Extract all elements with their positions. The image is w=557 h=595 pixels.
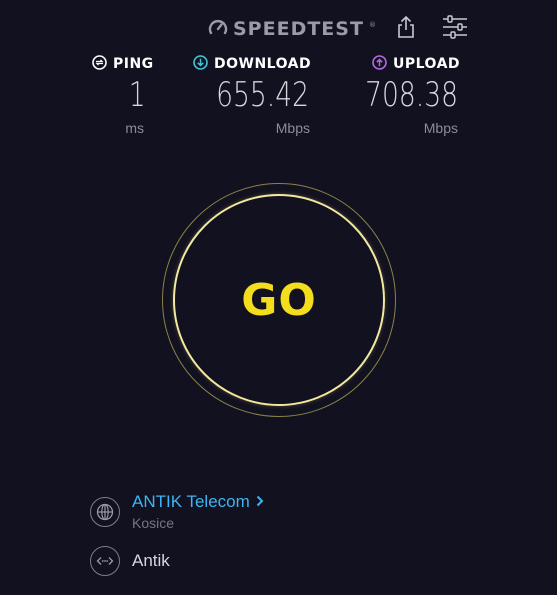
globe-icon <box>90 496 120 527</box>
download-label: DOWNLOAD <box>214 56 312 72</box>
speedtest-screen: SPEEDTEST ® PING 1 ms DOWNLOAD 655.42 Mb… <box>0 0 557 595</box>
brand-logo: SPEEDTEST ® <box>208 18 376 40</box>
chevron-right-icon <box>256 492 264 512</box>
download-label-row: DOWNLOAD <box>193 54 312 74</box>
isp-link[interactable]: ANTIK Telecom <box>132 492 264 512</box>
brand-trademark: ® <box>368 21 376 29</box>
header: SPEEDTEST ® <box>0 0 557 54</box>
isp-text: ANTIK Telecom Kosice <box>132 492 264 531</box>
upload-label-row: UPLOAD <box>372 54 461 74</box>
isp-name: ANTIK Telecom <box>132 492 250 511</box>
server-name: Antik <box>132 551 170 570</box>
ping-label: PING <box>113 56 154 72</box>
isp-location: Kosice <box>132 515 175 531</box>
download-value: 655.42 <box>216 75 309 115</box>
gauge-icon <box>208 18 228 40</box>
ping-value: 1 <box>129 75 146 115</box>
upload-metric: UPLOAD 708.38 Mbps <box>365 54 461 140</box>
ping-unit: ms <box>125 120 144 136</box>
download-unit: Mbps <box>275 120 310 136</box>
go-button-wrapper: GO <box>162 183 396 417</box>
ping-icon <box>92 54 107 74</box>
server-connection-icon <box>90 546 120 576</box>
settings-sliders-icon <box>442 15 468 43</box>
upload-unit: Mbps <box>423 120 458 136</box>
upload-arrow-icon <box>372 54 387 74</box>
download-arrow-icon <box>193 54 208 74</box>
brand-name: SPEEDTEST <box>233 18 364 40</box>
ping-label-row: PING <box>92 54 154 74</box>
server-row[interactable]: Antik <box>90 546 170 576</box>
go-label: GO <box>241 274 317 326</box>
upload-label: UPLOAD <box>393 56 461 72</box>
go-button[interactable]: GO <box>173 194 385 406</box>
download-metric: DOWNLOAD 655.42 Mbps <box>193 54 312 140</box>
settings-button[interactable] <box>442 15 468 43</box>
ping-metric: PING 1 ms <box>92 54 154 140</box>
isp-row: ANTIK Telecom Kosice <box>90 492 264 531</box>
share-button[interactable] <box>393 15 419 42</box>
upload-value: 708.38 <box>365 75 458 115</box>
share-icon <box>397 15 415 42</box>
